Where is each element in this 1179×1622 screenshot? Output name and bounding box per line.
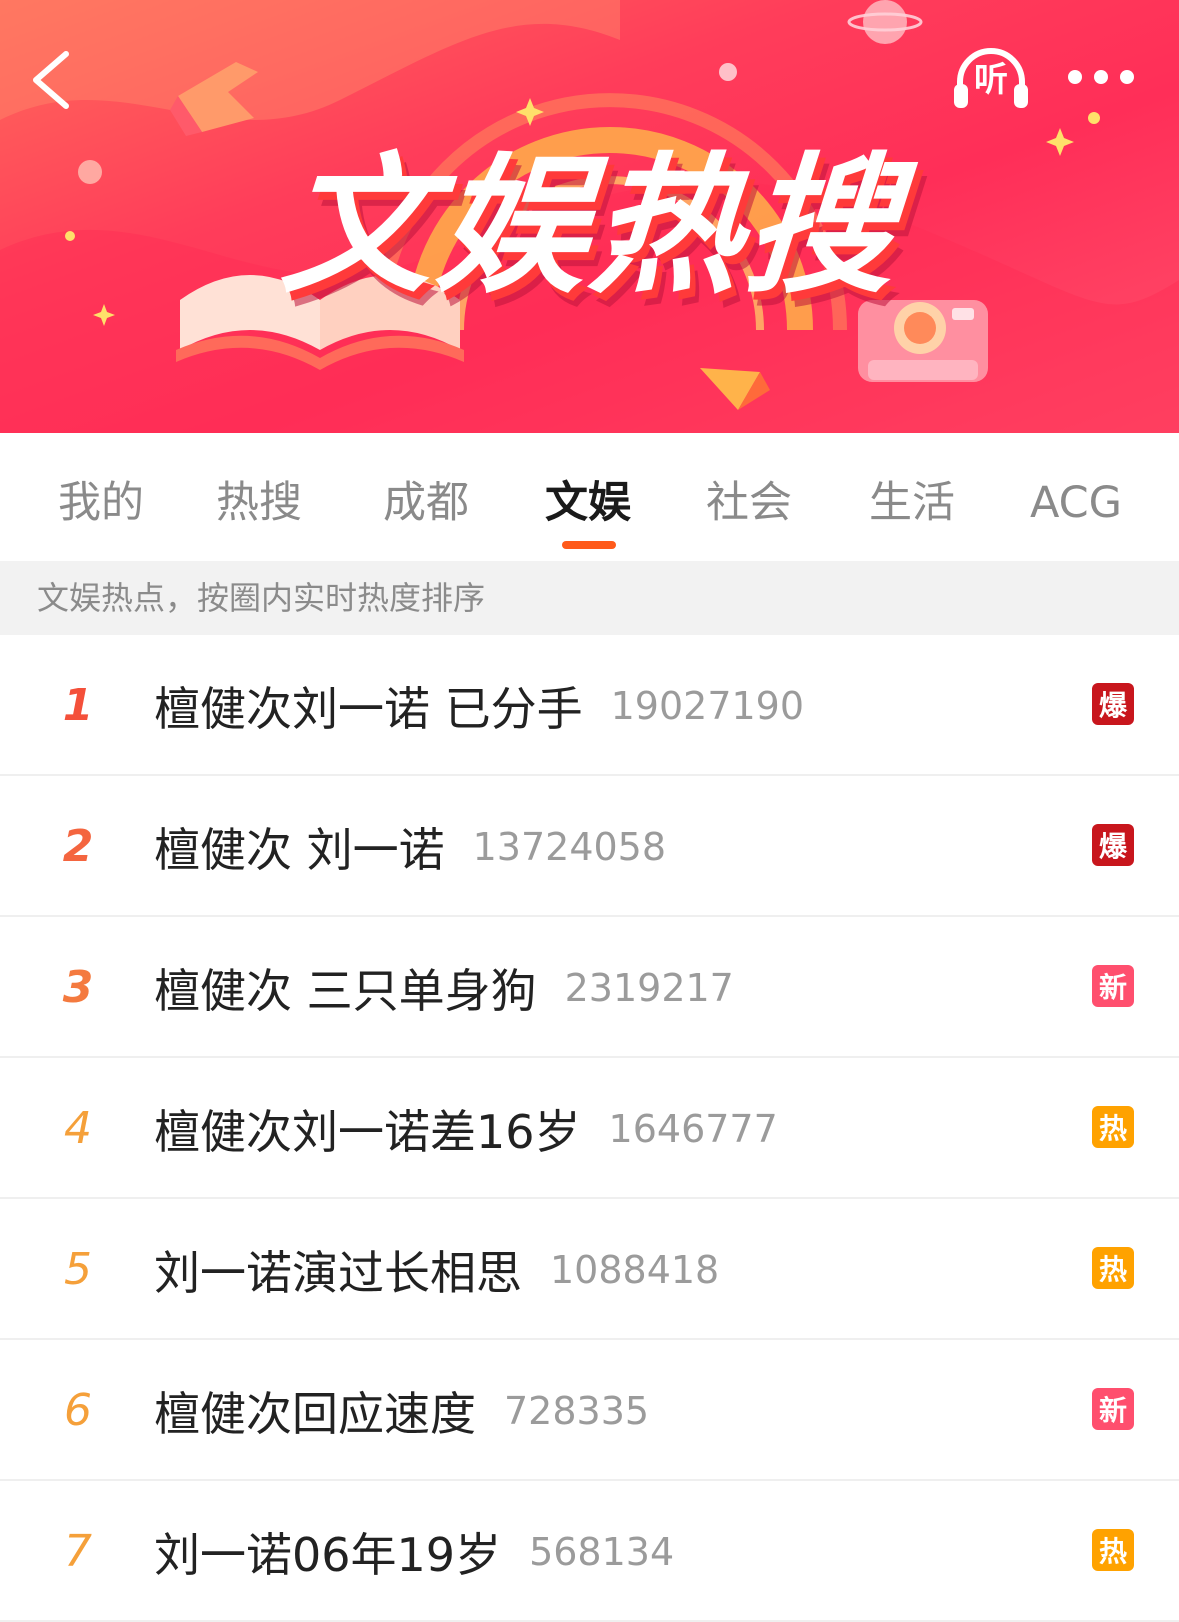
back-button[interactable] [22, 44, 82, 114]
tab-life[interactable]: 生活 [869, 473, 955, 533]
tab-hot[interactable]: 热搜 [216, 473, 302, 533]
item-heat-count: 19027190 [610, 683, 805, 728]
list-item[interactable]: 1 檀健次刘一诺 已分手 19027190 爆 [0, 635, 1179, 776]
status-badge: 热 [1092, 1247, 1134, 1289]
hot-search-list: 1 檀健次刘一诺 已分手 19027190 爆 2 檀健次 刘一诺 137240… [0, 635, 1179, 1622]
subtitle-text: 文娱热点，按圈内实时热度排序 [37, 579, 486, 617]
item-title: 檀健次 刘一诺 [154, 822, 445, 877]
row-text: 檀健次刘一诺差16岁 1646777 [154, 1058, 778, 1199]
tab-society[interactable]: 社会 [706, 473, 792, 533]
banner: 听 文娱热搜 [0, 0, 1179, 433]
chevron-left-icon [33, 51, 69, 109]
list-item[interactable]: 4 檀健次刘一诺差16岁 1646777 热 [0, 1058, 1179, 1199]
item-title: 刘一诺06年19岁 [154, 1527, 502, 1582]
status-badge: 热 [1092, 1529, 1134, 1571]
rank-number: 1 [62, 680, 94, 731]
list-item[interactable]: 5 刘一诺演过长相思 1088418 热 [0, 1199, 1179, 1340]
rank-number: 6 [64, 1385, 92, 1436]
item-heat-count: 568134 [529, 1529, 675, 1574]
row-text: 檀健次 刘一诺 13724058 [154, 776, 666, 917]
rank-number: 5 [64, 1244, 92, 1295]
row-text: 檀健次回应速度 728335 [154, 1340, 649, 1481]
status-badge: 爆 [1092, 683, 1134, 725]
item-heat-count: 2319217 [564, 965, 734, 1010]
item-title: 檀健次回应速度 [154, 1386, 476, 1441]
tab-acg[interactable]: ACG [1030, 473, 1122, 533]
row-text: 刘一诺演过长相思 1088418 [154, 1199, 719, 1340]
status-badge: 新 [1092, 965, 1134, 1007]
item-heat-count: 728335 [504, 1388, 650, 1433]
banner-title: 文娱热搜 [276, 139, 906, 314]
rank-number: 7 [64, 1526, 92, 1577]
status-badge: 爆 [1092, 824, 1134, 866]
item-heat-count: 13724058 [472, 824, 667, 869]
listen-button[interactable]: 听 [950, 44, 1032, 114]
category-tabs: 我的 热搜 成都 文娱 社会 生活 ACG [0, 433, 1179, 561]
item-title: 檀健次 三只单身狗 [154, 963, 537, 1018]
row-text: 刘一诺06年19岁 568134 [154, 1481, 674, 1622]
active-tab-indicator [562, 541, 616, 549]
list-item[interactable]: 6 檀健次回应速度 728335 新 [0, 1340, 1179, 1481]
tab-chengdu[interactable]: 成都 [383, 473, 469, 533]
row-text: 檀健次刘一诺 已分手 19027190 [154, 635, 804, 776]
item-title: 檀健次刘一诺 已分手 [154, 681, 583, 736]
more-icon [1068, 70, 1082, 84]
subtitle-bar: 文娱热点，按圈内实时热度排序 [0, 561, 1179, 635]
list-item[interactable]: 2 檀健次 刘一诺 13724058 爆 [0, 776, 1179, 917]
more-icon-dot [1120, 70, 1134, 84]
status-badge: 新 [1092, 1388, 1134, 1430]
list-item[interactable]: 3 檀健次 三只单身狗 2319217 新 [0, 917, 1179, 1058]
list-item[interactable]: 7 刘一诺06年19岁 568134 热 [0, 1481, 1179, 1622]
item-heat-count: 1646777 [608, 1106, 778, 1151]
item-title: 刘一诺演过长相思 [154, 1245, 522, 1300]
item-heat-count: 1088418 [550, 1247, 720, 1292]
status-badge: 热 [1092, 1106, 1134, 1148]
rank-number: 3 [62, 962, 94, 1013]
more-icon-dot [1094, 70, 1108, 84]
tab-mine[interactable]: 我的 [58, 473, 144, 533]
row-text: 檀健次 三只单身狗 2319217 [154, 917, 734, 1058]
tab-entertainment[interactable]: 文娱 [545, 473, 631, 533]
more-options-button[interactable] [1066, 60, 1140, 96]
rank-number: 2 [62, 821, 94, 872]
rank-number: 4 [64, 1103, 92, 1154]
item-title: 檀健次刘一诺差16岁 [154, 1104, 581, 1159]
listen-label: 听 [974, 60, 1008, 100]
